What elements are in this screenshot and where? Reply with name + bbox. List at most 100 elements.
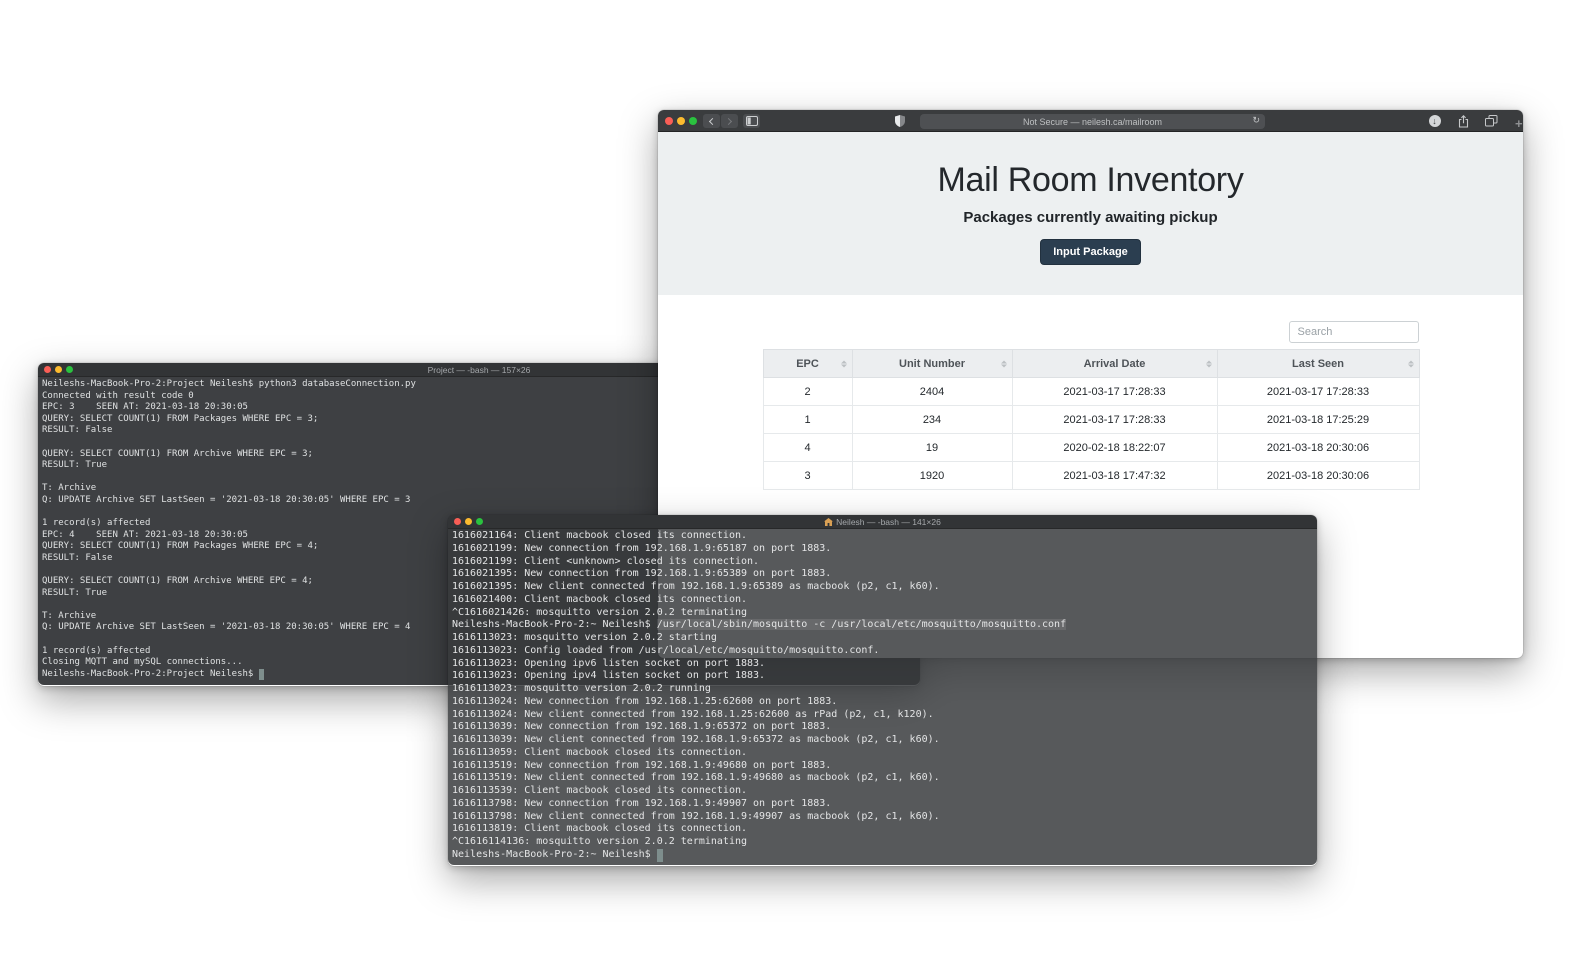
terminal-window-mosquitto: Neilesh — -bash — 141×26 1616021164: Cli… — [448, 515, 1317, 866]
cell-epc: 3 — [762, 461, 853, 490]
terminal-line: 1616113539: Client macbook closed its co… — [452, 785, 748, 796]
cell-unit-number: 19 — [851, 433, 1013, 462]
table-header-label: Last Seen — [1292, 357, 1344, 370]
terminal-line: 1616021395: New client connected from 19… — [452, 581, 940, 592]
terminal-line: 1616113023: mosquitto version 2.0.2 runn… — [452, 683, 711, 694]
share-button[interactable] — [1455, 114, 1472, 128]
cell-arrival-date: 2020-02-18 18:22:07 — [1011, 433, 1218, 462]
sort-arrows-icon — [840, 360, 847, 367]
minimize-button[interactable] — [465, 518, 472, 525]
sort-arrows-icon — [1205, 360, 1212, 367]
terminal-line: 1616113024: New connection from 192.168.… — [452, 695, 838, 707]
cell-epc: 4 — [762, 433, 853, 462]
page-title: Mail Room Inventory — [937, 161, 1244, 199]
downloads-button[interactable]: ↓ — [1426, 114, 1443, 128]
terminal2-titlebar[interactable]: Neilesh — -bash — 141×26 — [448, 515, 1317, 529]
table-header[interactable]: Unit Number — [851, 349, 1013, 378]
terminal2-output[interactable]: 1616021164: Client macbook closed its co… — [448, 529, 1317, 865]
terminal-cursor — [656, 848, 663, 862]
minimize-button[interactable] — [55, 366, 62, 373]
terminal-line: 1616113519: New client connected from 19… — [452, 772, 940, 784]
home-icon — [824, 517, 834, 526]
page-header: Mail Room Inventory Packages currently a… — [658, 132, 1523, 295]
terminal-line: 1616113798: New client connected from 19… — [452, 810, 940, 822]
table-header-row: EPC Unit Number Arrival Date Last Seen — [762, 349, 1420, 378]
table-header-label: Unit Number — [899, 357, 965, 370]
cell-arrival-date: 2021-03-18 17:47:32 — [1011, 461, 1218, 490]
zoom-button[interactable] — [689, 117, 697, 125]
cell-arrival-date: 2021-03-17 17:28:33 — [1011, 377, 1218, 406]
sort-arrows-icon — [1407, 360, 1414, 367]
terminal-line: 1616021199: New connection from 192.168.… — [452, 542, 832, 554]
sort-arrows-icon — [1000, 360, 1007, 367]
terminal-line: 1616021199: Client <unknown> closed its … — [452, 555, 760, 567]
terminal-line: Neileshs-MacBook-Pro-2:~ Neilesh$ — [452, 848, 1317, 862]
terminal-line: Neileshs-MacBook-Pro-2:~ Neilesh$ /usr/l… — [452, 619, 1067, 631]
terminal2-title: Neilesh — -bash — 141×26 — [448, 517, 1317, 527]
forward-button[interactable] — [721, 114, 738, 128]
minimize-button[interactable] — [677, 117, 685, 125]
cell-unit-number: 234 — [851, 405, 1013, 434]
desktop: Project — -bash — 157×26 Neileshs-MacBoo… — [0, 0, 1573, 963]
packages-table: EPC Unit Number Arrival Date Last Seen 2… — [762, 349, 1420, 490]
terminal-line: ^C1616114136: mosquitto version 2.0.2 te… — [452, 836, 748, 847]
terminal-line: 1616113024: New client connected from 19… — [452, 708, 934, 720]
new-tab-icon[interactable]: + — [1515, 116, 1523, 131]
reload-icon[interactable]: ↻ — [1252, 115, 1260, 126]
selected-text: /usr/local/sbin/mosquitto -c /usr/local/… — [656, 619, 1067, 631]
terminal-line: 1616113039: New client connected from 19… — [452, 734, 940, 745]
table-header-label: EPC — [796, 357, 819, 370]
safari-toolbar[interactable]: Not Secure — neilesh.ca/mailroom ↻ ↓ + — [658, 110, 1523, 132]
privacy-shield-button[interactable] — [891, 114, 908, 128]
table-header[interactable]: Last Seen — [1216, 349, 1420, 378]
terminal-line: 1616113059: Client macbook closed its co… — [452, 746, 748, 758]
cell-last-seen: 2021-03-18 20:30:06 — [1216, 461, 1420, 490]
zoom-button[interactable] — [66, 366, 73, 373]
terminal-line: 1616021400: Client macbook closed its co… — [452, 593, 748, 605]
sidebar-button[interactable] — [743, 114, 760, 128]
cell-unit-number: 1920 — [851, 461, 1013, 490]
terminal-line: 1616113519: New connection from 192.168.… — [452, 759, 832, 771]
terminal-line: 1616113023: mosquitto version 2.0.2 star… — [452, 632, 717, 643]
terminal-line: 1616021164: Client macbook closed its co… — [452, 530, 748, 541]
cell-arrival-date: 2021-03-17 17:28:33 — [1011, 405, 1218, 434]
table-row: 1 234 2021-03-17 17:28:33 2021-03-18 17:… — [762, 405, 1420, 434]
cell-unit-number: 2404 — [851, 377, 1013, 406]
input-package-button[interactable]: Input Package — [1040, 239, 1141, 265]
terminal-line: 1616113023: Opening ipv6 listen socket o… — [452, 657, 766, 669]
search-input[interactable] — [1288, 321, 1419, 343]
zoom-button[interactable] — [476, 518, 483, 525]
terminal-line: 1616113819: Client macbook closed its co… — [452, 823, 748, 835]
forward-icon — [724, 117, 733, 125]
search-row — [763, 321, 1419, 343]
tab-overview-button[interactable] — [1483, 114, 1500, 128]
window-controls — [44, 366, 73, 373]
shield-icon — [894, 115, 905, 127]
cell-last-seen: 2021-03-18 20:30:06 — [1216, 433, 1420, 462]
terminal-line: 1616113023: Config loaded from /usr/loca… — [452, 644, 880, 656]
back-button[interactable] — [703, 114, 720, 128]
table-body: 2 2404 2021-03-17 17:28:33 2021-03-17 17… — [762, 377, 1420, 490]
close-button[interactable] — [44, 366, 51, 373]
terminal-cursor — [258, 668, 265, 681]
close-button[interactable] — [665, 117, 673, 125]
window-controls — [454, 518, 483, 525]
window-controls — [665, 117, 697, 125]
address-bar[interactable]: Not Secure — neilesh.ca/mailroom ↻ — [920, 114, 1265, 129]
share-icon — [1458, 114, 1469, 128]
back-icon — [708, 117, 717, 125]
table-header[interactable]: Arrival Date — [1011, 349, 1218, 378]
terminal-line: 1616021395: New connection from 192.168.… — [452, 568, 832, 580]
table-row: 4 19 2020-02-18 18:22:07 2021-03-18 20:3… — [762, 433, 1420, 462]
cell-last-seen: 2021-03-17 17:28:33 — [1216, 377, 1420, 406]
cell-last-seen: 2021-03-18 17:25:29 — [1216, 405, 1420, 434]
table-header[interactable]: EPC — [762, 349, 853, 378]
terminal-line: 1616113798: New connection from 192.168.… — [452, 797, 832, 809]
table-row: 2 2404 2021-03-17 17:28:33 2021-03-17 17… — [762, 377, 1420, 406]
cell-epc: 2 — [762, 377, 853, 406]
close-button[interactable] — [454, 518, 461, 525]
terminal-line: ^C1616021426: mosquitto version 2.0.2 te… — [452, 606, 748, 618]
terminal-line: 1616113023: Opening ipv4 listen socket o… — [452, 670, 766, 682]
terminal-line: 1616113039: New connection from 192.168.… — [452, 721, 832, 733]
download-icon: ↓ — [1428, 115, 1441, 127]
